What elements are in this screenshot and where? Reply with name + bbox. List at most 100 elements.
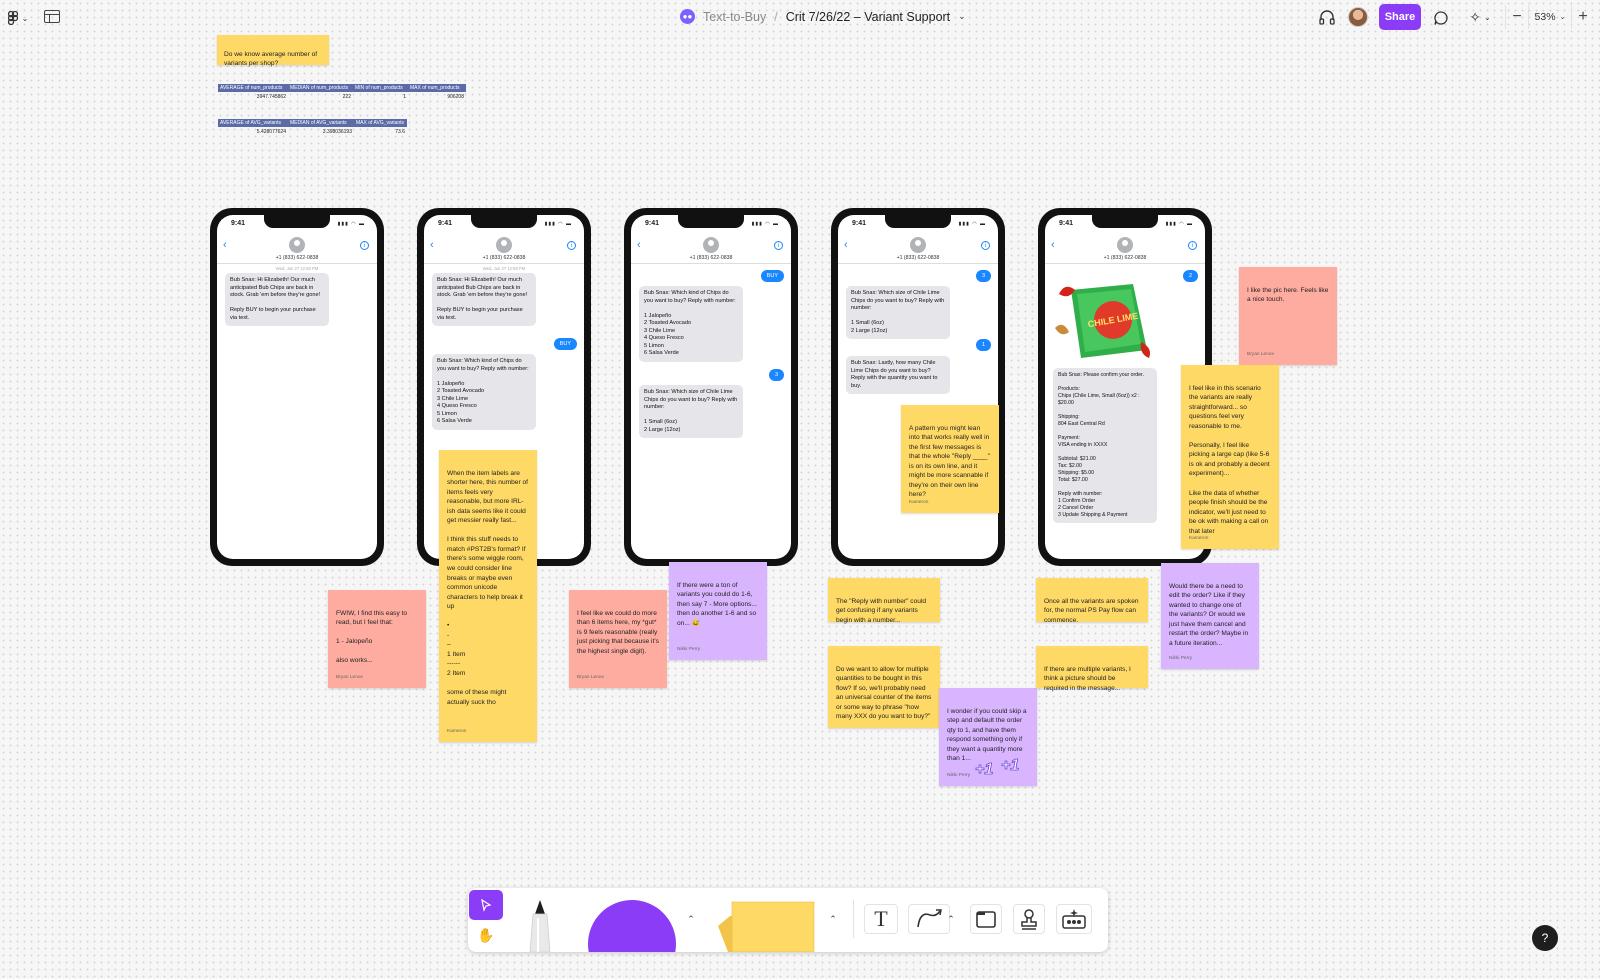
phone-notch	[1092, 215, 1158, 228]
products-stats-table[interactable]: AVERAGE of num_products MEDIAN of num_pr…	[218, 84, 466, 101]
signal-wifi-battery-icon: ▮▮▮ ◠ ▬	[751, 221, 779, 227]
table-cell: 73.6	[395, 128, 405, 135]
sticky-note-once-variants[interactable]: Once all the variants are spoken for, th…	[1036, 578, 1148, 624]
section-tool[interactable]	[970, 904, 1002, 934]
sticky-note-ton-of-variants[interactable]: If there were a ton of variants you coul…	[669, 562, 767, 660]
figjam-logo-icon	[7, 11, 18, 25]
sticky-note-multiple-quantities[interactable]: Do we want to allow for multiple quantit…	[828, 646, 940, 728]
contact-number: +1 (833) 622-0838	[896, 255, 940, 261]
chevron-down-icon[interactable]: ⌄	[958, 11, 966, 22]
sticky-author: Nikki Perry	[677, 647, 701, 653]
contact-avatar-icon	[703, 237, 719, 253]
sticky-note-edit-order[interactable]: Would there be a need to edit the order?…	[1161, 563, 1259, 669]
table-header: AVERAGE of AVG_variants MEDIAN of AVG_va…	[218, 119, 407, 127]
phone-mockup-1[interactable]: 9:41 ▮▮▮ ◠ ▬ ‹ i +1 (833) 622-0838 Wed, …	[210, 208, 384, 566]
plus-one-stamp: +1	[1001, 757, 1020, 775]
sticky-author: Kameron	[447, 729, 467, 735]
sticky-text: If there are multiple variants, I think …	[1044, 665, 1131, 692]
status-time: 9:41	[852, 220, 867, 227]
info-icon: i	[981, 241, 990, 250]
phone-notch	[471, 215, 537, 228]
share-button[interactable]: Share	[1379, 4, 1421, 30]
sticky-note-more-than-6[interactable]: I feel like we could do more than 6 item…	[569, 590, 667, 688]
sparkle-icon: ✧	[1469, 8, 1482, 25]
sticky-note-question[interactable]: Do we know average number of variants pe…	[217, 35, 329, 67]
status-time: 9:41	[438, 220, 453, 227]
hand-tool[interactable]: ✋	[469, 921, 503, 949]
select-tool[interactable]	[469, 890, 503, 920]
main-menu-button[interactable]: ⌄	[6, 9, 30, 27]
chevron-up-icon[interactable]: ⌃	[684, 912, 698, 926]
sticky-author: Kameron	[909, 500, 929, 506]
sticky-text: Would there be a need to edit the order?…	[1169, 582, 1249, 647]
user-avatar[interactable]	[1348, 7, 1368, 27]
stamp-icon	[1021, 909, 1037, 930]
layout-panel-icon[interactable]	[44, 10, 60, 23]
sticky-text: The "Reply with number" could get confus…	[836, 597, 927, 624]
chevron-down-icon: ⌄	[21, 13, 29, 23]
zoom-in-button[interactable]: +	[1572, 8, 1594, 26]
team-icon: ●●	[680, 9, 695, 24]
widgets-tool[interactable]	[1056, 904, 1092, 934]
contact-avatar-icon	[1117, 237, 1133, 253]
sticky-author: Nikki Perry	[947, 773, 971, 779]
marker-tool[interactable]	[524, 898, 556, 952]
chevron-up-icon[interactable]: ⌃	[826, 912, 840, 926]
signal-wifi-battery-icon: ▮▮▮ ◠ ▬	[544, 221, 572, 227]
breadcrumb-team[interactable]: Text-to-Buy	[703, 10, 766, 24]
phone-screen: 9:41 ▮▮▮ ◠ ▬ ‹ i +1 (833) 622-0838 Wed, …	[217, 215, 377, 559]
chevron-down-icon: ⌄	[1559, 14, 1566, 21]
sticky-note-pattern[interactable]: A pattern you might lean into that works…	[901, 405, 999, 513]
reply-bubble: 1	[975, 339, 991, 351]
phone-notch	[264, 215, 330, 228]
reply-bubble: 3	[768, 369, 784, 381]
chevron-up-icon[interactable]: ⌃	[944, 912, 958, 926]
message-bubble: Bub Snax: Lastly, how many Chile Lime Ch…	[846, 356, 950, 395]
back-chevron-icon: ‹	[637, 239, 641, 251]
ai-actions-button[interactable]: ✧ ⌄	[1464, 8, 1496, 26]
widgets-icon	[1062, 909, 1086, 929]
message-bubble: Bub Snax: Hi Elizabeth! Our much anticip…	[225, 273, 329, 327]
contact-avatar-icon	[289, 237, 305, 253]
comment-icon[interactable]	[1432, 9, 1450, 27]
cursor-icon	[481, 898, 492, 912]
chips-bag-image: CHILE LIME	[1053, 280, 1157, 362]
sticky-note-labels-shorter[interactable]: When the item labels are shorter here, t…	[439, 450, 537, 742]
table-cell: 222	[342, 93, 351, 100]
sticky-note-tool[interactable]	[716, 898, 816, 952]
sticky-note-picture-required[interactable]: If there are multiple variants, I think …	[1036, 646, 1148, 692]
zoom-out-button[interactable]: −	[1506, 8, 1528, 26]
contact-number: +1 (833) 622-0838	[482, 255, 526, 261]
table-header: AVERAGE of num_products MEDIAN of num_pr…	[218, 84, 466, 92]
shape-tool[interactable]	[588, 900, 676, 952]
sticky-author: Bryan Lenox	[1247, 352, 1274, 358]
sticky-text: When the item labels are shorter here, t…	[447, 469, 528, 706]
zoom-level: 53%	[1534, 11, 1556, 23]
sticky-text: A pattern you might lean into that works…	[909, 424, 990, 499]
variants-stats-table[interactable]: AVERAGE of AVG_variants MEDIAN of AVG_va…	[218, 119, 407, 136]
text-tool[interactable]: T	[864, 904, 898, 934]
sticky-note-like-pic[interactable]: I like the pic here. Feels like a nice t…	[1239, 267, 1337, 365]
help-button[interactable]: ?	[1532, 925, 1558, 951]
status-time: 9:41	[231, 220, 246, 227]
sticky-note-skip-step[interactable]: I wonder if you could skip a step and de…	[939, 688, 1037, 786]
phone-notch	[678, 215, 744, 228]
back-chevron-icon: ‹	[223, 239, 227, 251]
plus-one-stamp: +1	[975, 761, 994, 779]
sticky-note-fwiw[interactable]: FWIW, I find this easy to read, but I fe…	[328, 590, 426, 688]
reply-bubble: BUY	[553, 338, 577, 350]
zoom-level-dropdown[interactable]: 53% ⌄	[1528, 5, 1572, 29]
sticky-text: I feel like in this scenario the variant…	[1189, 384, 1270, 535]
headphones-icon[interactable]	[1318, 9, 1336, 26]
stamp-tool[interactable]	[1013, 904, 1045, 934]
chevron-down-icon: ⌄	[1484, 12, 1491, 22]
sticky-note-reply-confusing[interactable]: The "Reply with number" could get confus…	[828, 578, 940, 624]
file-title[interactable]: Crit 7/26/22 – Variant Support	[786, 10, 950, 24]
table-header-cell: MEDIAN of num_products	[290, 85, 349, 91]
sticky-text: FWIW, I find this easy to read, but I fe…	[336, 609, 408, 665]
sticky-author: Bryan Lenox	[336, 675, 363, 681]
sticky-note-straightforward[interactable]: I feel like in this scenario the variant…	[1181, 365, 1279, 549]
signal-wifi-battery-icon: ▮▮▮ ◠ ▬	[958, 221, 986, 227]
message-timestamp: Wed, Jun 27 12:58 PM	[275, 266, 319, 271]
phone-mockup-3[interactable]: 9:41 ▮▮▮ ◠ ▬ ‹ i +1 (833) 622-0838 BUY B…	[624, 208, 798, 566]
